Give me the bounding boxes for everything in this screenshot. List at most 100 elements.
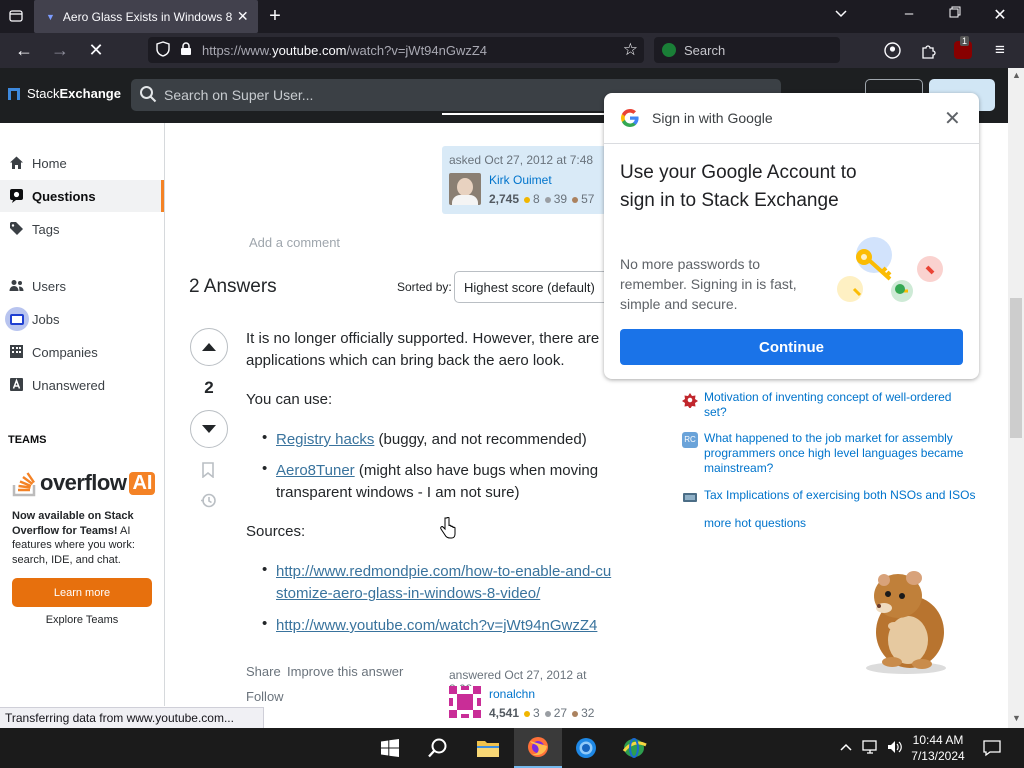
logo-text-b: Exchange — [59, 86, 121, 101]
follow-link[interactable]: Follow — [246, 689, 284, 704]
answer-list-item-2: • Aero8Tuner (might also have bugs when … — [262, 460, 606, 504]
file-explorer-button[interactable] — [464, 728, 512, 768]
extensions-icon[interactable] — [920, 42, 937, 62]
firefox-icon — [528, 737, 548, 757]
answers-heading: 2 Answers — [189, 276, 277, 297]
answer-user-name[interactable]: ronalchn — [489, 687, 535, 701]
silver-badge-icon — [544, 710, 551, 717]
page-scrollbar[interactable]: ▲ ▼ — [1008, 68, 1024, 728]
volume-icon[interactable] — [886, 739, 904, 758]
start-button[interactable] — [366, 728, 414, 768]
ublock-icon[interactable]: 1 — [954, 36, 972, 59]
sources-label: Sources: — [246, 521, 305, 543]
browser-tab-bar: ▼ Aero Glass Exists in Windows 8 I ✕ + –… — [0, 0, 1024, 33]
improve-answer-link[interactable]: Improve this answer — [287, 664, 403, 679]
sidebar-item-users[interactable]: Users — [0, 270, 164, 302]
search-placeholder: Search — [684, 42, 726, 58]
menu-icon[interactable]: ≡ — [990, 40, 1010, 60]
source-link-1[interactable]: http://www.redmondpie.com/how-to-enable-… — [276, 563, 611, 602]
bookmark-icon[interactable] — [201, 462, 215, 481]
bullet: • — [262, 429, 268, 446]
hand-cursor-icon — [440, 516, 456, 542]
tab-list-icon[interactable] — [6, 8, 26, 26]
question-user-avatar[interactable] — [449, 173, 481, 205]
browser-nav-bar: ← → ✕ https://www.youtube.com/watch?v=jW… — [0, 33, 1024, 68]
sidebar-item-tags[interactable]: Tags — [0, 213, 164, 245]
sidebar-item-questions[interactable]: Questions — [0, 180, 164, 212]
sidebar-item-companies[interactable]: Companies — [0, 336, 164, 368]
answer-user-avatar[interactable] — [449, 686, 481, 718]
unanswered-icon — [9, 377, 24, 392]
firefox-taskbar-button[interactable] — [514, 728, 562, 768]
tracking-shield-icon[interactable] — [156, 40, 170, 60]
lock-icon[interactable] — [180, 41, 192, 59]
aero8tuner-link[interactable]: Aero8Tuner — [276, 462, 355, 479]
stop-icon[interactable]: ✕ — [86, 40, 106, 61]
downvote-icon — [202, 425, 216, 433]
taskbar-search-button[interactable] — [414, 728, 462, 768]
sidebar-label-home: Home — [32, 155, 67, 171]
account-icon[interactable] — [884, 42, 901, 62]
close-icon[interactable]: ✕ — [944, 106, 961, 131]
sidebar-item-jobs[interactable]: Jobs — [0, 303, 164, 335]
clock[interactable]: 10:44 AM 7/13/2024 — [910, 732, 966, 764]
sort-select-value: Highest score (default) — [464, 279, 595, 295]
network-app-taskbar-button[interactable] — [610, 728, 658, 768]
learn-more-button[interactable]: Learn more — [12, 578, 152, 607]
active-tab[interactable]: ▼ Aero Glass Exists in Windows 8 I ✕ — [34, 0, 258, 33]
windows-logo-icon — [381, 739, 399, 757]
scroll-up-icon[interactable]: ▲ — [1012, 70, 1021, 80]
downvote-button[interactable] — [190, 410, 228, 448]
sort-select[interactable]: Highest score (default) — [454, 271, 614, 303]
google-popup-title: Use your Google Account to sign in to St… — [620, 162, 857, 211]
upvote-icon — [202, 343, 216, 351]
google-logo-icon — [621, 109, 639, 130]
minimize-icon[interactable]: – — [900, 5, 918, 22]
question-bronze: 57 — [581, 192, 595, 206]
list-all-tabs-icon[interactable] — [832, 6, 850, 24]
chrome-taskbar-button[interactable] — [562, 728, 610, 768]
tab-audio-icon: ▼ — [46, 11, 55, 22]
url-domain: youtube.com — [272, 42, 347, 58]
continue-button[interactable]: Continue — [620, 329, 963, 365]
share-link[interactable]: Share — [246, 664, 281, 679]
add-comment-link[interactable]: Add a comment — [249, 235, 340, 250]
sidebar-label-companies: Companies — [32, 344, 98, 360]
restore-icon[interactable] — [946, 5, 964, 22]
question-gold: 8 — [533, 192, 540, 206]
back-icon[interactable]: ← — [14, 40, 34, 61]
sidebar-label-unanswered: Unanswered — [32, 377, 105, 393]
answer-bronze: 32 — [581, 706, 595, 720]
tab-close-icon[interactable]: ✕ — [237, 8, 249, 25]
question-user-name[interactable]: Kirk Ouimet — [489, 173, 552, 187]
address-bar[interactable]: https://www.youtube.com/watch?v=jWt94nGw… — [148, 37, 644, 63]
notifications-icon[interactable] — [983, 739, 1001, 760]
bookmark-star-icon[interactable]: ☆ — [623, 40, 638, 60]
network-icon[interactable] — [862, 739, 880, 758]
sidebar-item-home[interactable]: Home — [0, 147, 164, 179]
web-search-bar[interactable]: Search — [654, 37, 840, 63]
question-user-rep: 2,745 — [489, 192, 520, 206]
history-icon[interactable] — [200, 492, 217, 512]
source-item-2: • http://www.youtube.com/watch?v=jWt94nG… — [262, 615, 614, 637]
li1-text: (buggy, and not recommended) — [374, 431, 587, 448]
source-link-2[interactable]: http://www.youtube.com/watch?v=jWt94nGwz… — [276, 617, 597, 634]
show-hidden-icons-icon[interactable] — [840, 740, 852, 755]
stackexchange-logo[interactable]: StackExchange — [8, 86, 121, 101]
hot-question-2[interactable]: What happened to the job market for asse… — [704, 431, 974, 476]
upvote-button[interactable] — [190, 328, 228, 366]
hot-question-3[interactable]: Tax Implications of exercising both NSOs… — [704, 488, 975, 503]
more-hot-questions-link[interactable]: more hot questions — [704, 516, 974, 531]
sidebar-item-unanswered[interactable]: Unanswered — [0, 369, 164, 401]
window-close-icon[interactable]: ✕ — [991, 5, 1009, 25]
new-tab-icon[interactable]: + — [265, 5, 285, 28]
scrollbar-thumb[interactable] — [1010, 298, 1022, 438]
answer-gold: 3 — [533, 706, 540, 720]
registry-hacks-link[interactable]: Registry hacks — [276, 431, 374, 448]
scroll-down-icon[interactable]: ▼ — [1012, 713, 1021, 723]
forward-icon[interactable]: → — [50, 40, 70, 61]
retrocomputing-site-icon: RC — [682, 432, 698, 448]
promo-bold: Now available on Stack Overflow for Team… — [12, 510, 134, 537]
explore-teams-link[interactable]: Explore Teams — [12, 614, 152, 626]
hot-question-1[interactable]: Motivation of inventing concept of well-… — [704, 390, 974, 420]
